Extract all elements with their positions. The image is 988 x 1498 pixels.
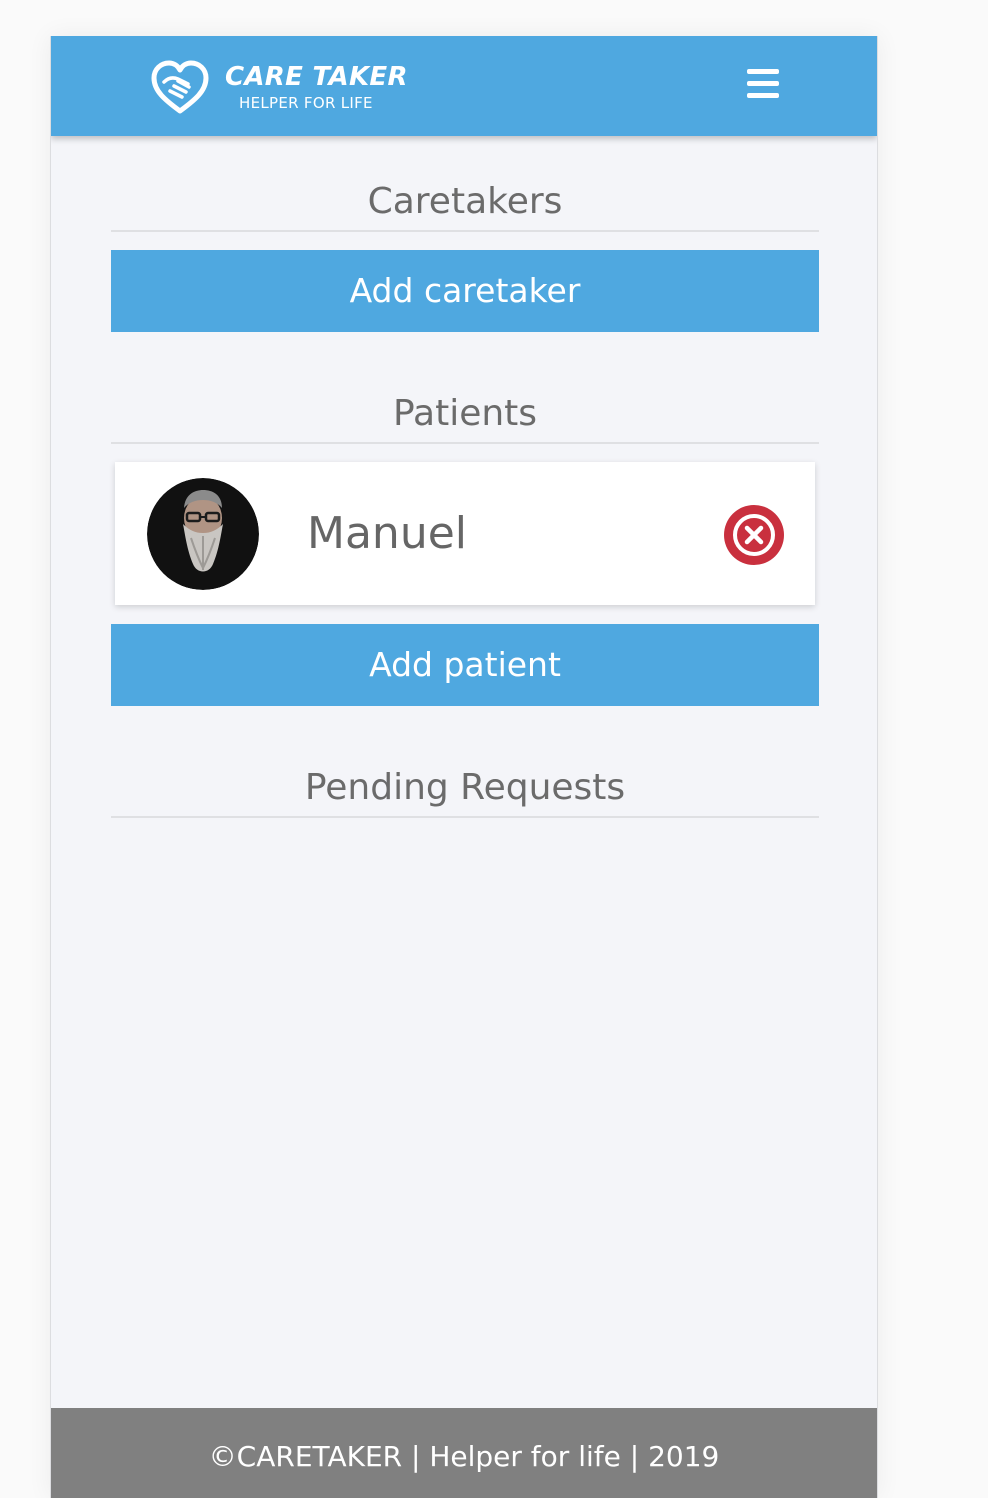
brand-title: CARE TAKER — [225, 61, 408, 92]
caretakers-heading: Caretakers — [111, 180, 819, 232]
add-patient-button[interactable]: Add patient — [111, 624, 819, 706]
brand-subtitle: HELPER FOR LIFE — [239, 93, 373, 112]
app-header: CARE TAKER HELPER FOR LIFE — [51, 36, 877, 136]
heart-hands-icon — [151, 60, 209, 114]
patient-avatar — [147, 478, 259, 590]
hamburger-menu-icon[interactable] — [745, 69, 781, 101]
patients-heading: Patients — [111, 392, 819, 444]
patient-list-item[interactable]: Manuel — [115, 462, 815, 605]
brand-text: CARE TAKER HELPER FOR LIFE — [225, 64, 408, 111]
patient-name: Manuel — [307, 508, 467, 559]
app-container: CARE TAKER HELPER FOR LIFE Caretakers Ad… — [50, 36, 878, 1498]
remove-patient-icon[interactable] — [723, 504, 785, 566]
brand-logo[interactable]: CARE TAKER HELPER FOR LIFE — [149, 58, 408, 116]
add-caretaker-button[interactable]: Add caretaker — [111, 250, 819, 332]
footer-copyright: ©CARETAKER | Helper for life | 2019 — [51, 1408, 877, 1498]
pending-requests-heading: Pending Requests — [111, 766, 819, 818]
